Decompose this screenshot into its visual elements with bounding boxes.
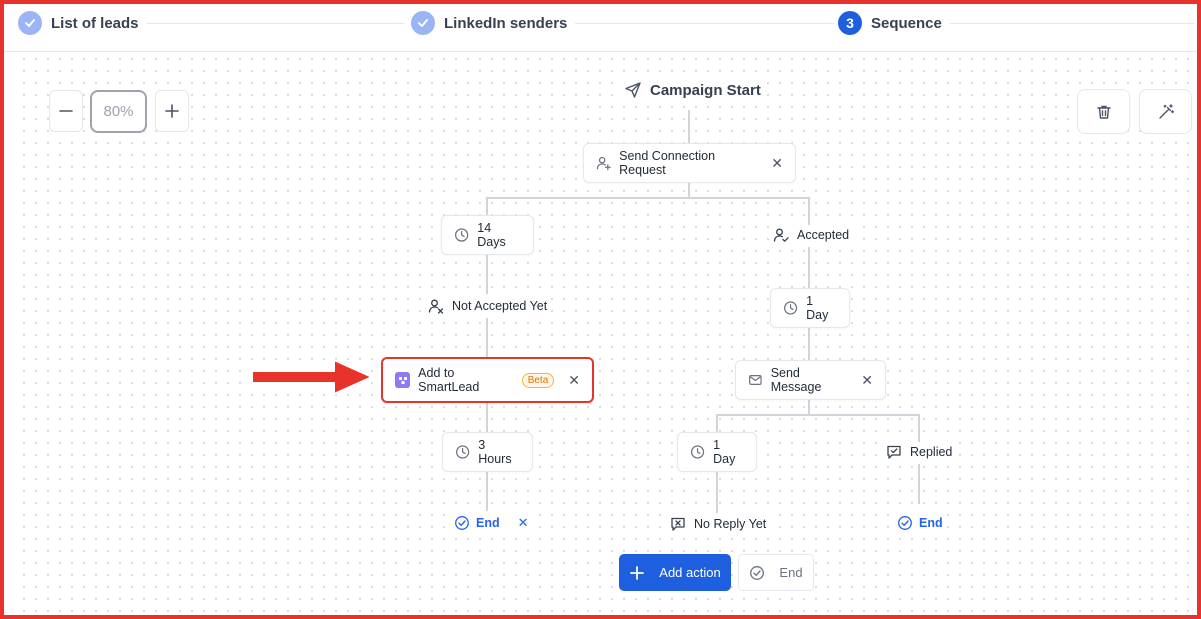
annotation-arrow-icon <box>251 359 373 395</box>
send-message-node[interactable]: Send Message ✕ <box>735 360 886 400</box>
smartlead-icon <box>395 372 411 388</box>
node-label: 14 Days <box>477 221 506 249</box>
add-to-smartlead-node[interactable]: Add to SmartLead Beta ✕ <box>381 357 594 403</box>
connector <box>716 471 718 513</box>
step-connector <box>564 23 834 24</box>
node-label: Add to SmartLead <box>418 366 480 394</box>
check-circle-icon <box>455 516 469 530</box>
node-label: Send Connection Request <box>619 149 716 177</box>
clock-icon <box>456 445 470 459</box>
connector <box>486 471 488 511</box>
node-label: Send Message <box>770 366 822 394</box>
no-reply-branch: No Reply Yet <box>666 514 771 534</box>
connector <box>918 464 920 504</box>
plus-icon <box>630 565 645 580</box>
wait-1-day-node[interactable]: 1 Day <box>770 288 850 328</box>
clock-icon <box>783 301 798 315</box>
connector <box>808 247 810 289</box>
message-check-icon <box>887 445 901 459</box>
wait-1-day-node[interactable]: 1 Day <box>677 432 757 472</box>
connector <box>688 181 690 198</box>
beta-badge: Beta <box>521 372 555 388</box>
close-icon[interactable]: ✕ <box>518 515 529 531</box>
magic-wand-icon <box>1158 103 1174 119</box>
step-connector <box>944 23 1194 24</box>
connector <box>716 414 718 433</box>
connector <box>487 197 810 199</box>
step-list-of-leads[interactable]: List of leads <box>18 11 147 35</box>
magic-button[interactable] <box>1139 89 1192 134</box>
campaign-start: Campaign Start <box>620 81 765 99</box>
step-linkedin-senders[interactable]: LinkedIn senders <box>411 11 576 35</box>
check-circle-icon <box>898 516 912 530</box>
user-x-icon <box>428 299 444 314</box>
user-plus-icon <box>596 156 611 171</box>
step-label: LinkedIn senders <box>444 14 568 32</box>
minus-icon <box>59 110 73 112</box>
node-label: 1 Day <box>806 294 829 322</box>
clock-icon <box>455 228 469 242</box>
branch-label: No Reply Yet <box>694 517 767 531</box>
step-sequence[interactable]: 3 Sequence <box>838 11 950 35</box>
stepper: List of leads LinkedIn senders 3 Sequenc… <box>4 4 1197 52</box>
send-connection-request-node[interactable]: Send Connection Request ✕ <box>583 143 796 183</box>
connector <box>808 326 810 361</box>
connector <box>808 197 810 225</box>
end-button-label: End <box>779 565 803 580</box>
message-x-icon <box>671 517 685 531</box>
check-icon <box>411 11 435 35</box>
plus-icon <box>165 104 179 118</box>
branch-label: Not Accepted Yet <box>452 299 548 313</box>
delete-button[interactable] <box>1077 89 1130 134</box>
step-connector <box>134 23 404 24</box>
sequence-canvas[interactable] <box>18 53 1194 613</box>
add-action-button[interactable]: Add action <box>619 554 731 591</box>
step-label: Sequence <box>871 14 942 32</box>
user-check-icon <box>773 228 789 242</box>
branch-label: Replied <box>910 445 953 459</box>
wait-3-hours-node[interactable]: 3 Hours <box>442 432 533 472</box>
end-button[interactable]: End <box>738 554 814 591</box>
node-label: 1 Day <box>713 438 736 466</box>
branch-label: Accepted <box>797 228 850 242</box>
end-label: End <box>476 516 500 530</box>
connector <box>486 254 488 294</box>
connector <box>918 414 920 442</box>
close-icon[interactable]: ✕ <box>861 372 873 389</box>
connector <box>486 197 488 215</box>
mail-icon <box>749 374 762 386</box>
zoom-out-button[interactable] <box>49 90 83 132</box>
connector <box>688 110 690 144</box>
end-node[interactable]: End ✕ <box>450 513 533 533</box>
connector <box>486 400 488 433</box>
clock-icon <box>690 445 705 459</box>
end-node[interactable]: End <box>893 513 947 533</box>
not-accepted-branch: Not Accepted Yet <box>424 296 552 316</box>
node-label: 3 Hours <box>478 438 512 466</box>
replied-branch: Replied <box>882 442 957 462</box>
connector <box>486 318 488 360</box>
send-icon <box>625 82 641 98</box>
step-number: 3 <box>838 11 862 35</box>
accepted-branch: Accepted <box>769 225 854 245</box>
zoom-in-button[interactable] <box>155 90 189 132</box>
close-icon[interactable]: ✕ <box>771 155 783 172</box>
add-action-label: Add action <box>659 565 721 580</box>
campaign-start-label: Campaign Start <box>650 81 761 99</box>
check-icon <box>18 11 42 35</box>
close-icon[interactable]: ✕ <box>568 372 580 389</box>
wait-14-days-node[interactable]: 14 Days <box>441 215 534 255</box>
end-label: End <box>919 516 943 530</box>
trash-icon <box>1096 105 1111 119</box>
connector <box>808 399 810 415</box>
zoom-level: 80% <box>90 90 147 133</box>
check-circle-icon <box>750 565 765 580</box>
step-label: List of leads <box>51 14 139 32</box>
connector <box>716 414 920 416</box>
